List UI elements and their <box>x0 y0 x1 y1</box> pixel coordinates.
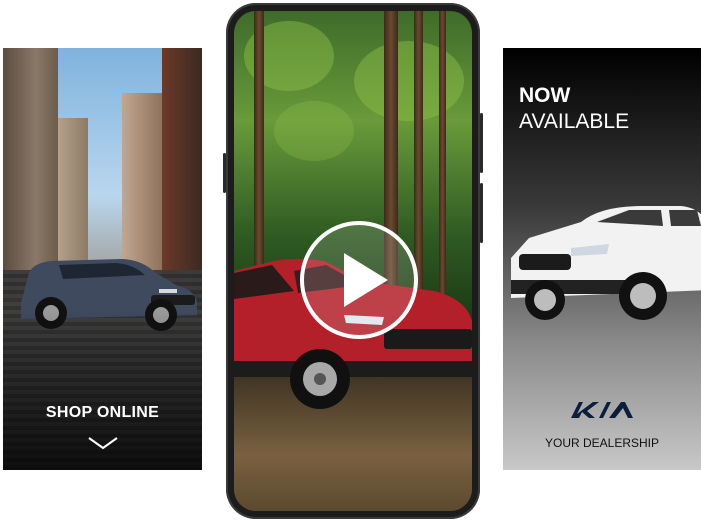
phone-side-button <box>480 113 483 173</box>
foliage <box>354 41 464 121</box>
dealer-label[interactable]: YOUR DEALERSHIP <box>503 436 701 450</box>
white-suv-image <box>511 206 701 320</box>
right-ad-panel[interactable]: NOW AVAILABLE YOUR DEALERSHIP <box>503 48 701 470</box>
phone-side-button <box>480 183 483 243</box>
left-ad-panel[interactable]: SHOP ONLINE <box>3 48 202 470</box>
chevron-down-icon[interactable] <box>87 436 119 450</box>
phone-mockup <box>223 3 483 519</box>
foliage <box>274 101 354 161</box>
headline-now: NOW <box>519 84 571 107</box>
headline-available: AVAILABLE <box>519 110 630 133</box>
phone-side-button <box>223 153 226 193</box>
kia-logo-icon <box>571 402 633 418</box>
play-icon[interactable] <box>300 221 418 339</box>
shop-online-label[interactable]: SHOP ONLINE <box>3 404 202 422</box>
video-screen[interactable] <box>234 11 472 511</box>
